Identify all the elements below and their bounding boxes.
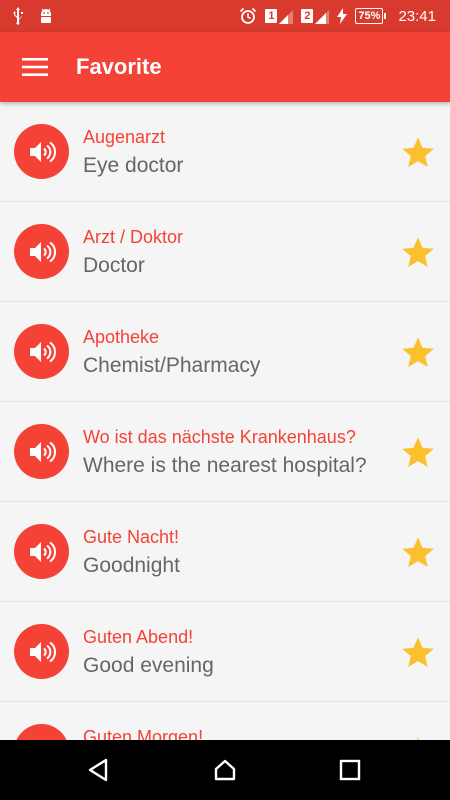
star-icon bbox=[402, 137, 434, 168]
favorite-toggle[interactable] bbox=[399, 535, 437, 571]
star-icon bbox=[402, 637, 434, 668]
back-button[interactable] bbox=[68, 740, 128, 800]
charging-icon bbox=[337, 8, 348, 24]
signal-icon bbox=[279, 10, 294, 24]
german-phrase: Guten Abend! bbox=[83, 627, 194, 647]
speaker-icon bbox=[29, 141, 56, 162]
english-translation: Where is the nearest hospital? bbox=[83, 454, 367, 477]
list-item[interactable]: Apotheke Chemist/Pharmacy bbox=[0, 302, 450, 402]
list-item[interactable]: Gute Nacht! Goodnight bbox=[0, 502, 450, 602]
menu-button[interactable] bbox=[18, 54, 52, 80]
usb-icon bbox=[12, 7, 24, 25]
list-item[interactable]: Arzt / Doktor Doctor bbox=[0, 202, 450, 302]
home-button[interactable] bbox=[195, 740, 255, 800]
german-phrase: Gute Nacht! bbox=[83, 527, 180, 547]
speaker-icon bbox=[29, 541, 56, 562]
english-translation: Eye doctor bbox=[83, 154, 184, 177]
battery-icon: 75% bbox=[355, 8, 387, 24]
star-icon bbox=[402, 237, 434, 268]
favorite-toggle[interactable] bbox=[399, 635, 437, 671]
english-translation: Good evening bbox=[83, 654, 214, 677]
clock: 23:41 bbox=[398, 7, 436, 25]
english-translation: Doctor bbox=[83, 254, 145, 277]
star-icon bbox=[402, 537, 434, 568]
system-nav-bar bbox=[0, 740, 450, 800]
german-phrase: Augenarzt bbox=[83, 127, 166, 147]
play-audio-button[interactable] bbox=[14, 324, 69, 379]
alarm-icon bbox=[239, 7, 257, 25]
play-audio-button[interactable] bbox=[14, 524, 69, 579]
list-item[interactable]: Guten Morgen! bbox=[0, 702, 450, 740]
german-phrase: Guten Morgen! bbox=[83, 727, 204, 740]
star-icon bbox=[402, 437, 434, 468]
list-item[interactable]: Augenarzt Eye doctor bbox=[0, 102, 450, 202]
play-audio-button[interactable] bbox=[14, 724, 69, 740]
sim1-number: 1 bbox=[265, 9, 278, 23]
play-audio-button[interactable] bbox=[14, 424, 69, 479]
status-bar: 1 2 75% 23:41 bbox=[0, 0, 450, 32]
home-icon bbox=[214, 759, 236, 781]
favorite-toggle[interactable] bbox=[399, 135, 437, 171]
battery-level: 75% bbox=[355, 8, 384, 24]
speaker-icon bbox=[29, 641, 56, 662]
star-icon bbox=[402, 337, 434, 368]
sim2-signal: 2 bbox=[301, 8, 330, 24]
speaker-icon bbox=[29, 241, 56, 262]
play-audio-button[interactable] bbox=[14, 624, 69, 679]
signal-icon bbox=[315, 10, 330, 24]
list-item[interactable]: Wo ist das nächste Krankenhaus? Where is… bbox=[0, 402, 450, 502]
recents-button[interactable] bbox=[320, 740, 380, 800]
hamburger-menu-icon bbox=[22, 58, 48, 76]
page-title: Favorite bbox=[76, 54, 162, 79]
back-icon bbox=[88, 758, 108, 782]
favorites-list[interactable]: Augenarzt Eye doctor Arzt / Doktor Docto… bbox=[0, 102, 450, 740]
german-phrase: Arzt / Doktor bbox=[83, 227, 184, 247]
speaker-icon bbox=[29, 341, 56, 362]
german-phrase: Apotheke bbox=[83, 327, 160, 347]
play-audio-button[interactable] bbox=[14, 224, 69, 279]
speaker-icon bbox=[29, 441, 56, 462]
favorite-toggle[interactable] bbox=[399, 335, 437, 371]
android-debug-icon bbox=[38, 7, 54, 25]
sim2-number: 2 bbox=[301, 9, 314, 23]
list-item[interactable]: Guten Abend! Good evening bbox=[0, 602, 450, 702]
german-phrase: Wo ist das nächste Krankenhaus? bbox=[83, 427, 356, 447]
sim1-signal: 1 bbox=[265, 8, 294, 24]
favorite-toggle[interactable] bbox=[399, 235, 437, 271]
english-translation: Chemist/Pharmacy bbox=[83, 354, 261, 377]
app-bar: Favorite bbox=[0, 32, 450, 102]
play-audio-button[interactable] bbox=[14, 124, 69, 179]
favorite-toggle[interactable] bbox=[399, 435, 437, 471]
english-translation: Goodnight bbox=[83, 554, 180, 577]
recents-icon bbox=[339, 759, 361, 781]
